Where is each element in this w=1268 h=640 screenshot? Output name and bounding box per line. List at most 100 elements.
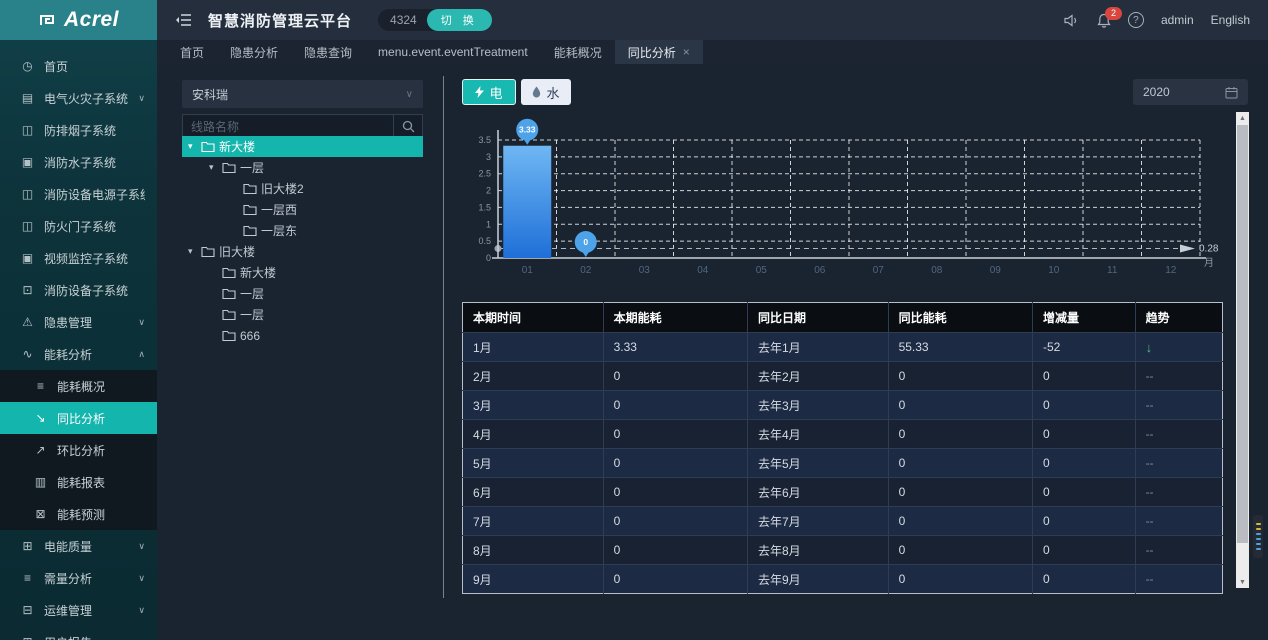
table-row[interactable]: 1月3.33去年1月55.33-52↓	[463, 333, 1223, 362]
electric-tab-button[interactable]: 电	[462, 79, 516, 105]
svg-text:2.5: 2.5	[478, 169, 491, 179]
table-cell: 2月	[463, 362, 604, 391]
table-cell: 5月	[463, 449, 604, 478]
chevron-down-icon: ∨	[138, 93, 145, 104]
sidebar-item-电气火灾子系统[interactable]: ▤电气火灾子系统∨	[0, 82, 157, 114]
bell-icon[interactable]: 2	[1097, 13, 1111, 28]
svg-text:04: 04	[697, 265, 709, 276]
table-cell: 0	[888, 420, 1032, 449]
submenu: ≡能耗概况↘同比分析↗环比分析▥能耗报表⊠能耗预测	[0, 370, 157, 530]
speaker-icon[interactable]	[1064, 14, 1080, 27]
table-cell: 0	[1032, 449, 1135, 478]
tree-node-一层[interactable]: ▾ 一层	[182, 157, 423, 178]
water-tab-button[interactable]: 水	[521, 79, 571, 105]
tree-node-旧大楼[interactable]: ▾ 旧大楼	[182, 241, 423, 262]
language-switcher[interactable]: English	[1211, 13, 1250, 27]
help-icon[interactable]: ?	[1128, 12, 1144, 28]
table-cell: 0	[603, 449, 747, 478]
company-dropdown[interactable]: 安科瑞 ∨	[182, 80, 423, 108]
table-cell: 0	[1032, 362, 1135, 391]
menu-fold-icon[interactable]	[175, 13, 192, 27]
search-button[interactable]	[393, 115, 422, 138]
sidebar-item-运维管理[interactable]: ⊟运维管理∨	[0, 594, 157, 626]
table-cell: 去年9月	[747, 565, 888, 594]
svg-text:3.5: 3.5	[478, 135, 491, 145]
tab-同比分析[interactable]: 同比分析×	[615, 40, 703, 64]
caret-icon[interactable]: ▾	[209, 162, 222, 173]
tree-node-一层东[interactable]: 一层东	[182, 220, 423, 241]
caret-icon[interactable]: ▾	[188, 141, 201, 152]
tree-node-新大楼[interactable]: ▾ 新大楼	[182, 136, 423, 157]
tab-能耗概况[interactable]: 能耗概况	[541, 40, 615, 64]
tab-首页[interactable]: 首页	[167, 40, 217, 64]
sidebar-item-首页[interactable]: ◷首页	[0, 50, 157, 82]
tree-node-一层[interactable]: 一层	[182, 283, 423, 304]
table-cell: 0	[603, 478, 747, 507]
sidebar-item-label: 电能质量	[44, 538, 138, 555]
sidebar-item-label: 电气火灾子系统	[44, 90, 138, 107]
sidebar-item-消防水子系统[interactable]: ▣消防水子系统	[0, 146, 157, 178]
scroll-down-arrow[interactable]: ▼	[1236, 576, 1249, 588]
tab-隐患查询[interactable]: 隐患查询	[291, 40, 365, 64]
table-row[interactable]: 7月0去年7月00--	[463, 507, 1223, 536]
tree-node-label: 旧大楼2	[261, 180, 304, 197]
tree-node-旧大楼2[interactable]: 旧大楼2	[182, 178, 423, 199]
sidebar-item-防排烟子系统[interactable]: ◫防排烟子系统	[0, 114, 157, 146]
sidebar-item-消防设备子系统[interactable]: ⊡消防设备子系统	[0, 274, 157, 306]
trend-flat: --	[1146, 485, 1154, 499]
sidebar-item-消防设备电源子系统[interactable]: ◫消防设备电源子系统	[0, 178, 157, 210]
brand-logo-text: Acrel	[64, 8, 119, 32]
tree-node-666[interactable]: 666	[182, 325, 423, 346]
sidebar-item-同比分析[interactable]: ↘同比分析	[0, 402, 157, 434]
sidebar-item-label: 消防设备子系统	[44, 282, 145, 299]
svg-text:0.28: 0.28	[1199, 244, 1219, 255]
line-search-input[interactable]	[183, 115, 393, 138]
table-cell: 去年3月	[747, 391, 888, 420]
svg-text:1: 1	[486, 219, 491, 229]
sidebar-item-防火门子系统[interactable]: ◫防火门子系统	[0, 210, 157, 242]
scrollbar-thumb[interactable]	[1237, 125, 1248, 543]
sidebar-item-label: 用户报告	[44, 634, 145, 640]
top-header: 智慧消防管理云平台 4324 切 换 2	[157, 0, 1268, 40]
table-cell: 0	[1032, 391, 1135, 420]
tree-node-一层[interactable]: 一层	[182, 304, 423, 325]
caret-icon[interactable]: ▾	[188, 246, 201, 257]
table-row[interactable]: 3月0去年3月00--	[463, 391, 1223, 420]
sidebar-item-需量分析[interactable]: ≡需量分析∨	[0, 562, 157, 594]
video-icon: ▣	[20, 251, 35, 265]
tree-node-新大楼[interactable]: 新大楼	[182, 262, 423, 283]
sidebar-item-能耗报表[interactable]: ▥能耗报表	[0, 466, 157, 498]
calendar-icon: ⊞	[20, 539, 35, 553]
sidebar-item-电能质量[interactable]: ⊞电能质量∨	[0, 530, 157, 562]
table-cell: 7月	[463, 507, 604, 536]
table-row[interactable]: 4月0去年4月00--	[463, 420, 1223, 449]
svg-text:3.33: 3.33	[519, 125, 536, 135]
vertical-scrollbar[interactable]: ▲ ▼	[1236, 112, 1249, 588]
table-row[interactable]: 2月0去年2月00--	[463, 362, 1223, 391]
scroll-up-arrow[interactable]: ▲	[1236, 112, 1249, 124]
table-cell: 0	[888, 507, 1032, 536]
sidebar-item-隐患管理[interactable]: ⚠隐患管理∨	[0, 306, 157, 338]
sidebar-item-label: 首页	[44, 58, 145, 75]
table-row[interactable]: 8月0去年8月00--	[463, 536, 1223, 565]
pulse-icon: ∿	[20, 347, 35, 361]
tree-node-一层西[interactable]: 一层西	[182, 199, 423, 220]
year-picker[interactable]: 2020	[1133, 79, 1248, 105]
folder-icon	[201, 141, 219, 153]
table-row[interactable]: 6月0去年6月00--	[463, 478, 1223, 507]
sidebar-item-能耗分析[interactable]: ∿能耗分析∧	[0, 338, 157, 370]
switch-button[interactable]: 切 换	[427, 9, 492, 31]
sidebar-item-视频监控子系统[interactable]: ▣视频监控子系统	[0, 242, 157, 274]
tab-menu.event.eventTreatment[interactable]: menu.event.eventTreatment	[365, 40, 541, 64]
sidebar-item-能耗概况[interactable]: ≡能耗概况	[0, 370, 157, 402]
table-row[interactable]: 9月0去年9月00--	[463, 565, 1223, 594]
folder-icon	[222, 162, 240, 174]
sidebar-item-用户报告[interactable]: ⊞用户报告	[0, 626, 157, 640]
table-row[interactable]: 5月0去年5月00--	[463, 449, 1223, 478]
tab-隐患分析[interactable]: 隐患分析	[217, 40, 291, 64]
tab-close-icon[interactable]: ×	[683, 45, 690, 59]
sidebar-item-能耗预测[interactable]: ⊠能耗预测	[0, 498, 157, 530]
folder-icon	[222, 288, 240, 300]
sidebar-item-环比分析[interactable]: ↗环比分析	[0, 434, 157, 466]
user-name[interactable]: admin	[1161, 13, 1194, 27]
